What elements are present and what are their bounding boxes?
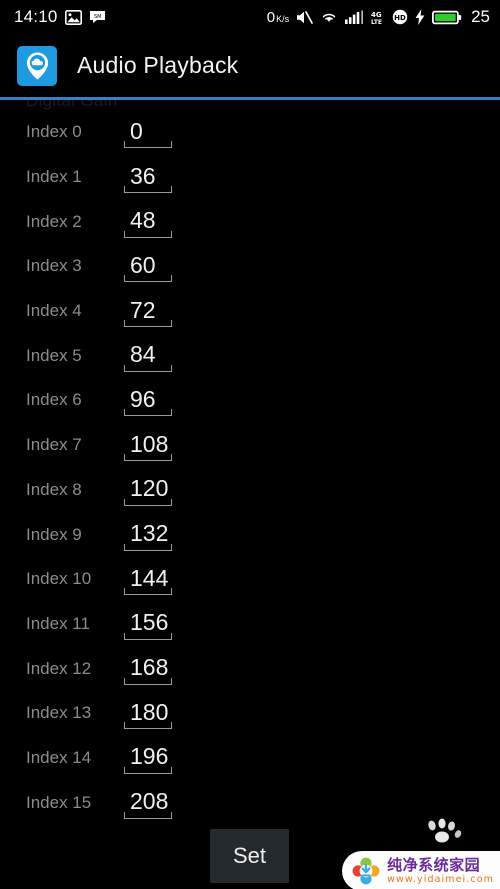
image-icon [64, 9, 82, 25]
index-value-field[interactable]: 168 [124, 653, 173, 685]
index-row: Index 9 132 [0, 512, 500, 557]
index-row-label: Index 2 [26, 211, 82, 231]
signal-bars-icon [345, 10, 364, 24]
scroll-content[interactable]: Digital Gain Index 0 0 Index 1 36 Index 2 48 I… [0, 100, 500, 889]
index-row: Index 14 196 [0, 736, 500, 781]
index-value-text: 156 [130, 609, 169, 636]
index-value-text: 96 [130, 385, 156, 412]
battery-percent-label: 25 [471, 7, 490, 26]
index-row-label: Index 7 [26, 435, 82, 455]
index-value-field[interactable]: 196 [124, 742, 173, 774]
index-value-text: 196 [130, 743, 169, 770]
index-value-text: 84 [130, 341, 156, 368]
index-value-field[interactable]: 84 [124, 340, 172, 372]
index-row: Index 8 120 [0, 468, 500, 513]
svg-text:HD: HD [394, 14, 406, 22]
index-row-label: Index 9 [26, 524, 82, 544]
index-row-label: Index 10 [26, 569, 92, 589]
index-row-label: Index 0 [26, 122, 82, 142]
index-row: Index 7 108 [0, 423, 500, 468]
index-row-label: Index 14 [26, 747, 92, 767]
index-row-label: Index 13 [26, 703, 92, 723]
index-value-field[interactable]: 108 [124, 429, 173, 462]
svg-text:LTE: LTE [371, 19, 382, 25]
index-value-field[interactable]: 208 [124, 787, 173, 819]
mute-icon [296, 10, 313, 25]
index-value-text: 208 [130, 788, 169, 815]
index-row: Index 6 96 [0, 378, 500, 423]
volte-hd-icon: HD [392, 9, 408, 25]
index-value-text: 60 [130, 251, 156, 278]
index-row: Index 3 60 [0, 244, 500, 289]
index-value-text: 72 [130, 296, 156, 323]
cloud-pin-icon [17, 45, 57, 86]
paw-print-icon [418, 818, 462, 844]
index-row: Index 11 156 [0, 602, 500, 647]
network-speed-indicator: 0 K/s [267, 9, 289, 26]
index-value-text: 180 [130, 698, 169, 725]
page-title: Audio Playback [77, 52, 239, 78]
phone-screen: 14:10 SM 0 K/s 4G LTE HD 25 Audio Playba… [0, 0, 500, 889]
index-value-field[interactable]: 72 [124, 295, 172, 328]
index-value-field[interactable]: 0 [124, 116, 172, 149]
status-bar-left: 14:10 SM [14, 7, 106, 27]
app-title-bar: Audio Playback [0, 34, 500, 97]
index-value-text: 36 [130, 162, 156, 189]
index-value-text: 132 [130, 520, 169, 547]
index-row: Index 1 36 [0, 155, 500, 200]
index-row: Index 5 84 [0, 333, 500, 378]
index-value-text: 48 [130, 207, 156, 234]
index-row-label: Index 1 [26, 167, 82, 187]
index-row-label: Index 8 [26, 479, 82, 499]
watermark-site-url: www.yidaimei.com [387, 873, 494, 885]
index-value-text: 168 [130, 654, 169, 681]
watermark-text: 纯净系统家园 www.yidaimei.com [387, 855, 494, 885]
index-row: Index 13 180 [0, 691, 500, 736]
set-button[interactable]: Set [210, 829, 289, 883]
index-row-label: Index 15 [26, 792, 92, 812]
svg-text:4G: 4G [371, 11, 382, 19]
svg-text:SM: SM [94, 14, 102, 20]
index-row-label: Index 6 [26, 390, 82, 410]
index-value-field[interactable]: 96 [124, 384, 172, 417]
index-row-label: Index 4 [26, 301, 82, 321]
status-bar: 14:10 SM 0 K/s 4G LTE HD 25 [0, 0, 500, 34]
network-speed-unit: K/s [276, 13, 290, 24]
index-value-field[interactable]: 132 [124, 519, 173, 551]
index-row: Index 12 168 [0, 646, 500, 691]
index-value-field[interactable]: 180 [124, 697, 173, 730]
status-bar-clock: 14:10 [14, 7, 58, 26]
index-row-label: Index 3 [26, 256, 82, 276]
site-watermark: 纯净系统家园 www.yidaimei.com [342, 851, 500, 889]
status-bar-right: 0 K/s 4G LTE HD 25 [267, 7, 490, 27]
charging-bolt-icon [415, 9, 425, 25]
index-value-text: 108 [130, 430, 169, 457]
flower-download-logo-icon [352, 857, 380, 885]
index-row: Index 4 72 [0, 289, 500, 334]
index-value-field[interactable]: 144 [124, 563, 173, 596]
index-row-label: Index 5 [26, 345, 82, 365]
index-row: Index 0 0 [0, 110, 500, 155]
battery-icon [432, 10, 462, 25]
index-row-label: Index 12 [26, 658, 92, 678]
network-speed-value: 0 [266, 8, 276, 26]
index-value-text: 0 [130, 117, 143, 144]
index-value-field[interactable]: 36 [124, 161, 172, 194]
4g-lte-icon: 4G LTE [371, 10, 385, 26]
index-row: Index 10 144 [0, 557, 500, 602]
index-value-field[interactable]: 120 [124, 474, 173, 506]
index-row: Index 2 48 [0, 199, 500, 244]
index-list: Index 0 0 Index 1 36 Index 2 48 Index 3 60 Index… [0, 110, 500, 825]
screenshot-icon: SM [89, 10, 106, 24]
watermark-site-name: 纯净系统家园 [387, 855, 481, 874]
index-value-field[interactable]: 156 [124, 608, 173, 640]
wifi-icon [320, 10, 338, 24]
index-value-field[interactable]: 48 [124, 206, 172, 238]
index-value-field[interactable]: 60 [124, 250, 172, 283]
index-value-text: 144 [130, 564, 169, 591]
index-value-text: 120 [130, 475, 169, 502]
index-row-label: Index 11 [26, 613, 90, 633]
